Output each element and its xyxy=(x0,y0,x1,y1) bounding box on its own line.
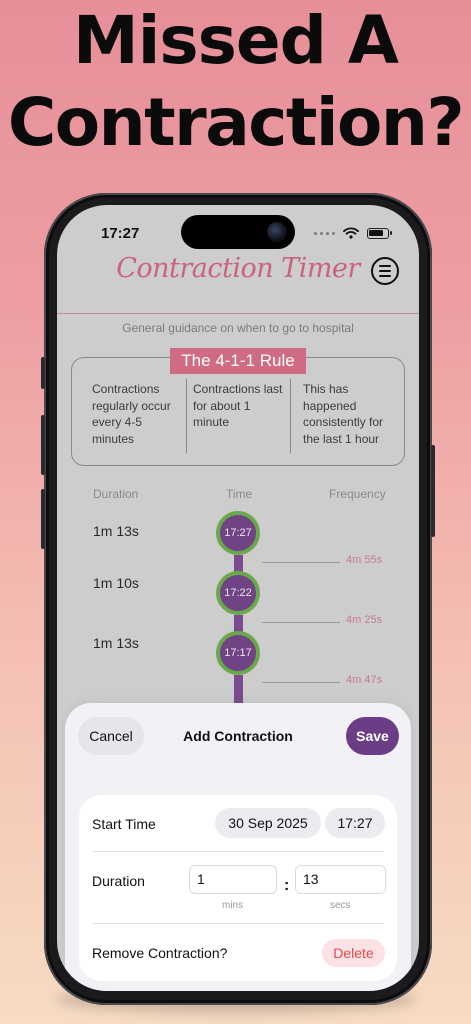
start-date-picker[interactable]: 30 Sep 2025 xyxy=(215,808,321,838)
rule-divider xyxy=(290,379,291,453)
phone-frame: 17:27 Contraction Timer General guidance… xyxy=(41,193,435,1005)
rule-column-length: Contractions last for about 1 minute xyxy=(193,382,283,429)
row-divider xyxy=(92,923,384,924)
row-divider xyxy=(92,851,384,852)
timeline-connector xyxy=(234,675,243,705)
entry-frequency: 4m 55s xyxy=(346,554,383,566)
rule-column-consistency: This has happened consistently for the l… xyxy=(303,382,384,446)
wifi-icon xyxy=(343,227,359,239)
phone-screen: 17:27 Contraction Timer General guidance… xyxy=(57,205,419,991)
menu-button[interactable] xyxy=(371,257,399,285)
rule-column-frequency: Contractions regularly occur every 4-5 m… xyxy=(92,382,171,446)
minutes-unit: mins xyxy=(222,900,244,911)
entry-duration: 1m 13s xyxy=(93,523,139,539)
rule-badge: The 4-1-1 Rule xyxy=(170,348,306,374)
save-button[interactable]: Save xyxy=(346,717,399,755)
frequency-line xyxy=(262,622,340,623)
entry-time-dot[interactable]: 17:17 xyxy=(216,631,260,675)
entry-frequency: 4m 47s xyxy=(346,674,383,686)
delete-button[interactable]: Delete xyxy=(322,939,385,967)
menu-icon-bar xyxy=(379,265,391,268)
seconds-unit: secs xyxy=(330,900,351,911)
entry-duration: 1m 13s xyxy=(93,635,139,651)
duration-label: Duration xyxy=(92,873,145,889)
dynamic-island xyxy=(181,215,295,249)
menu-icon-bar xyxy=(379,270,391,272)
header-time: Time xyxy=(226,487,253,501)
status-icons xyxy=(314,227,392,239)
status-time: 17:27 xyxy=(101,225,140,242)
remove-contraction-label: Remove Contraction? xyxy=(92,945,228,961)
entry-duration: 1m 10s xyxy=(93,575,139,591)
header-divider xyxy=(57,313,419,314)
seconds-input[interactable]: 13 xyxy=(295,865,386,894)
contraction-form-card: Start Time 30 Sep 2025 17:27 Duration 1 … xyxy=(79,795,397,981)
start-time-picker[interactable]: 17:27 xyxy=(325,808,385,838)
battery-icon xyxy=(367,227,392,239)
menu-icon-bar xyxy=(379,274,391,277)
power-button xyxy=(431,445,435,537)
header-frequency: Frequency xyxy=(329,487,386,501)
add-contraction-sheet: Cancel Add Contraction Save Start Time 3… xyxy=(65,703,411,991)
frequency-line xyxy=(262,562,340,563)
volume-down-button xyxy=(41,489,45,549)
entry-time-dot[interactable]: 17:22 xyxy=(216,571,260,615)
action-button xyxy=(41,357,45,389)
rule-divider xyxy=(186,379,187,453)
cellular-signal-icon xyxy=(314,231,335,235)
camera-icon xyxy=(267,222,287,242)
guidance-text: General guidance on when to go to hospit… xyxy=(122,321,354,335)
volume-up-button xyxy=(41,415,45,475)
header-duration: Duration xyxy=(93,487,139,501)
minutes-input[interactable]: 1 xyxy=(189,865,277,894)
headline-line-2: Contraction? xyxy=(7,84,465,161)
entry-frequency: 4m 25s xyxy=(346,614,383,626)
duration-separator: : xyxy=(284,877,290,894)
app-title: Contraction Timer xyxy=(116,253,360,284)
headline-line-1: Missed A xyxy=(73,2,399,79)
promo-headline: Missed A Contraction? xyxy=(0,8,471,156)
start-time-label: Start Time xyxy=(92,816,156,832)
frequency-line xyxy=(262,682,340,683)
entry-time-dot[interactable]: 17:27 xyxy=(216,511,260,555)
